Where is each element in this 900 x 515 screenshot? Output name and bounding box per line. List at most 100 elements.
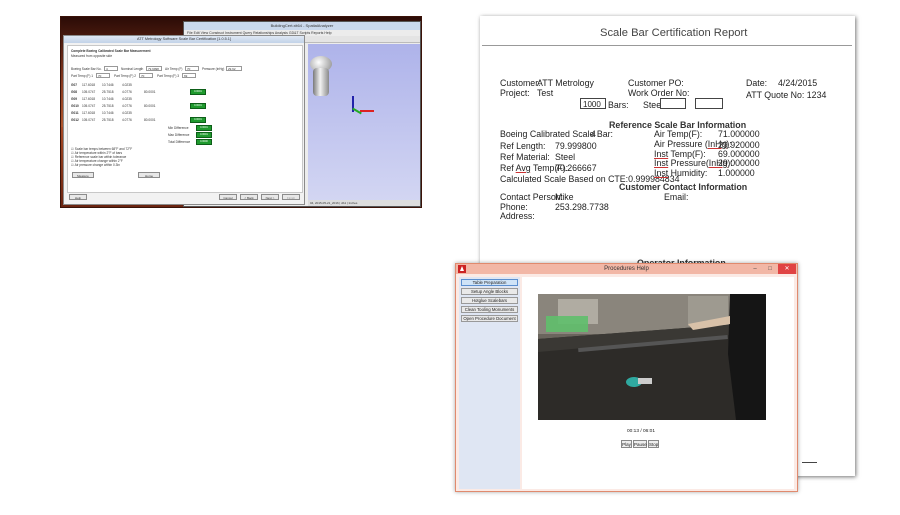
check-label: Air pressure change within 0.3in [74, 163, 120, 167]
point-y: 25.7518 [102, 118, 114, 122]
point-x: 117.6018 [82, 97, 96, 101]
cancel-button[interactable]: Cancel [219, 194, 237, 200]
maximize-button[interactable]: □ [763, 264, 777, 274]
nav-setup-angle-blocks[interactable]: Setup Angle Blocks [461, 288, 518, 295]
next-button[interactable]: Next > [261, 194, 279, 200]
dialog-body: Complete Boeing Calibrated Scale Bar Mea… [67, 45, 303, 193]
point-z: 4.0776 [122, 90, 132, 94]
point-y: 25.7518 [102, 104, 114, 108]
steel-field[interactable] [660, 98, 686, 109]
measure-button[interactable]: Measure [72, 172, 94, 178]
report-title: Scale Bar Certification Report [600, 27, 748, 39]
close-button[interactable]: ✕ [778, 264, 796, 274]
check-item[interactable]: ☑ Air pressure change within 0.3in [71, 163, 120, 167]
point-y: 25.7518 [102, 90, 114, 94]
pause-button[interactable]: Pause [633, 440, 647, 448]
part-temp3-label: Part Temp (F) 3 [157, 74, 180, 78]
point-x: 105.0747 [82, 90, 96, 94]
point-x: 117.6018 [82, 83, 96, 87]
point-z: 4.0235 [122, 111, 132, 115]
instrument-icon[interactable] [313, 68, 329, 96]
nav-table-preparation[interactable]: Table Preparation [461, 279, 518, 286]
air-temp-label: Air Temp (F) [165, 67, 183, 71]
checkbox-icon[interactable]: ☑ [71, 163, 74, 167]
point-distance: 80.0001 [144, 90, 156, 94]
spatialanalyzer-title: BuildingCert.xit64 - SpatialAnalyzer [184, 22, 420, 30]
point-id: G011 [71, 111, 79, 115]
point-z: 4.0235 [122, 97, 132, 101]
nominal-length-label: Nominal Length [121, 67, 144, 71]
nominal-length-field[interactable]: 79.9998 [146, 66, 162, 71]
point-distance: 80.0001 [144, 104, 156, 108]
quote-number: ATT Quote No: 1234 [746, 90, 827, 100]
finish-button[interactable]: Finish [282, 194, 300, 200]
ref-length-label: Ref Length: [500, 141, 546, 151]
point-y: 10.7446 [102, 97, 114, 101]
bars-count-field[interactable]: 1000 [580, 98, 606, 109]
procedure-video[interactable] [538, 294, 766, 420]
point-id: G09 [71, 97, 78, 101]
stop-button[interactable]: Stop [648, 440, 659, 448]
address-label: Address: [500, 211, 535, 221]
nav-open-procedure-document[interactable]: Open Procedure Document [461, 315, 518, 322]
date-value: 4/24/2015 [778, 78, 818, 88]
inst-humidity-label: Inst Humidity: [654, 168, 708, 178]
pressure-field[interactable]: 29.92 [226, 66, 242, 71]
home-button[interactable]: Home [138, 172, 160, 178]
pressure-label: Pressure (inHg) [202, 67, 225, 71]
extra-field[interactable] [695, 98, 723, 109]
part-temp3-field[interactable]: 69 [182, 73, 196, 78]
status-bar: 04, 2015-05-21_2016 | db1 | Inches [308, 200, 420, 206]
point-id: G07 [71, 83, 78, 87]
status-badge: 0.0001 [190, 117, 206, 123]
procedures-help-window: Procedures Help – □ ✕ Table Preparation … [455, 263, 798, 492]
back-button[interactable]: < Back [240, 194, 258, 200]
min-difference-value: 0.0001 [196, 125, 212, 131]
project-value: Test [537, 88, 554, 98]
air-temp-value: 71.000000 [718, 129, 760, 139]
section-contact: Customer Contact Information [619, 182, 748, 192]
contact-person-value: Mike [555, 192, 574, 202]
procedure-nav: Table Preparation Setup Angle Blocks Hot… [459, 277, 520, 489]
point-id: G08 [71, 90, 78, 94]
total-difference-value: 0.0000 [196, 139, 212, 145]
part-temp1-label: Part Temp (F) 1 [71, 74, 94, 78]
point-x: 105.0747 [82, 118, 96, 122]
point-z: 4.0776 [122, 118, 132, 122]
spatialanalyzer-screenshot: BuildingCert.xit64 - SpatialAnalyzer Fil… [60, 16, 422, 208]
window-title: Procedures Help [604, 266, 649, 272]
measurement-subheading: Measured from opposite side [71, 54, 113, 58]
report-footer-line [802, 462, 817, 463]
ref-material-label: Ref Material: [500, 152, 550, 162]
customer-po-label: Customer PO: [628, 78, 684, 88]
point-x: 117.6018 [82, 111, 96, 115]
part-temp2-field[interactable]: 70 [139, 73, 153, 78]
point-x: 105.0747 [82, 104, 96, 108]
title-divider [482, 45, 852, 46]
help-button[interactable]: Help [69, 194, 87, 200]
scale-bar-no-label: Boeing Scale Bar No. [71, 67, 102, 71]
nav-clean-tooling-monuments[interactable]: Clean Tooling Monuments [461, 306, 518, 313]
air-temp-label: Air Temp(F): [654, 129, 703, 139]
inst-pressure-value: 29.000000 [718, 158, 760, 168]
minimize-button[interactable]: – [748, 264, 762, 274]
measurement-heading: Complete Boeing Calibrated Scale Bar Mea… [71, 49, 151, 53]
point-distance: 80.0001 [144, 118, 156, 122]
project-label: Project: [500, 88, 530, 98]
part-temp1-field[interactable]: 70 [96, 73, 110, 78]
part-temp2-label: Part Temp (F) 2 [114, 74, 137, 78]
play-button[interactable]: Play [621, 440, 632, 448]
max-difference-label: Max Difference [168, 133, 190, 137]
video-frame [538, 294, 766, 420]
air-temp-field[interactable]: 70 [185, 66, 199, 71]
min-difference-label: Min Difference [168, 126, 189, 130]
boeing-bar-value: 4 [591, 129, 596, 139]
3d-view[interactable]: 04, 2015-05-21_2016 | db1 | Inches [308, 44, 420, 206]
scale-bar-no-field[interactable]: 4 [104, 66, 118, 71]
dialog-title: ATT Metrology Software Scale Bar Certifi… [64, 36, 304, 43]
point-y: 10.7446 [102, 111, 114, 115]
status-badge: 0.0001 [190, 89, 206, 95]
date-label: Date: [746, 78, 768, 88]
phone-value: 253.298.7738 [555, 202, 609, 212]
nav-hotglue-scalebars[interactable]: Hotglue Scalebars [461, 297, 518, 304]
